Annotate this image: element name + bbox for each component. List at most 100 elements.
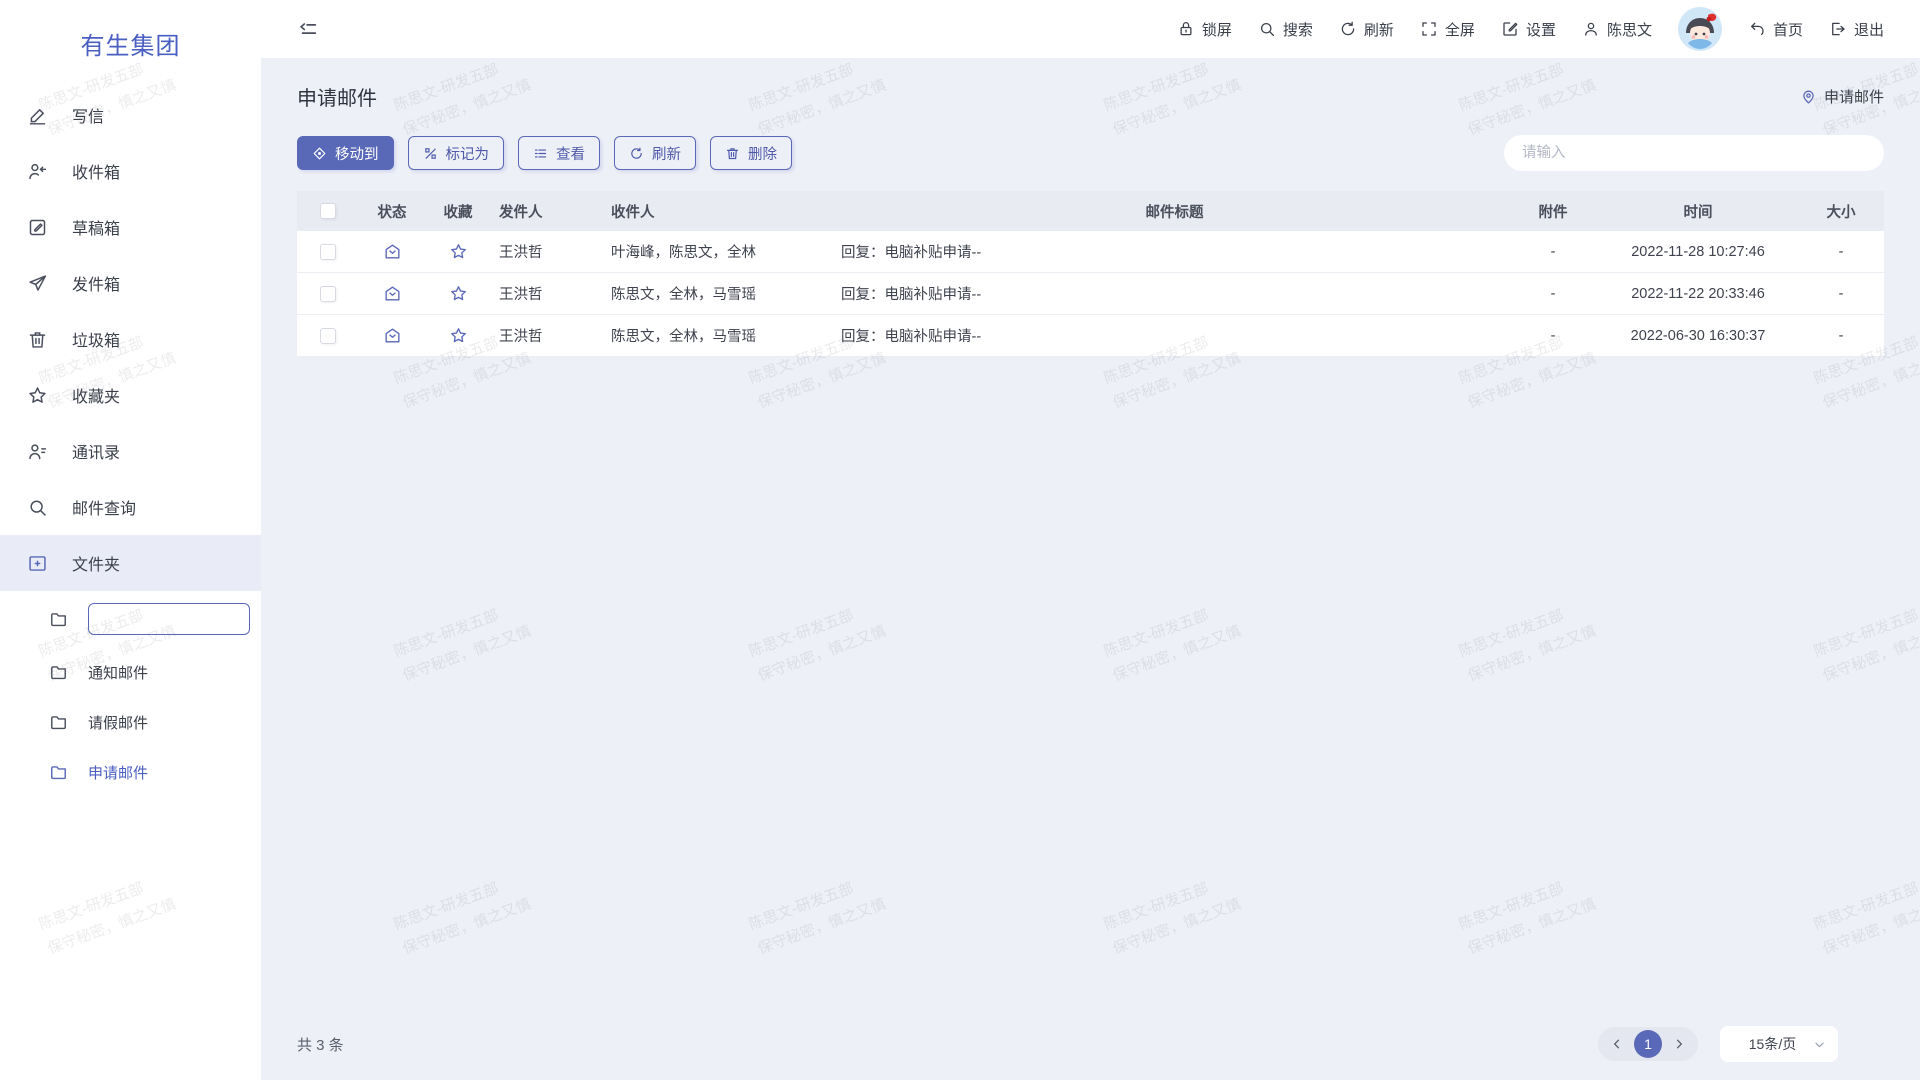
cell-subject[interactable]: 回复：电脑补贴申请--	[841, 325, 1508, 346]
sidebar-item-drafts[interactable]: 草稿箱	[0, 199, 261, 255]
page-number-1[interactable]: 1	[1634, 1030, 1662, 1058]
settings-button[interactable]: 设置	[1501, 19, 1556, 40]
refresh-list-button[interactable]: 刷新	[614, 136, 696, 170]
row-checkbox[interactable]	[320, 328, 336, 344]
mail-read-icon	[383, 326, 402, 345]
mark-as-button[interactable]: 标记为	[408, 136, 505, 170]
cell-size: -	[1798, 286, 1884, 302]
topbar-actions: 锁屏 搜索 刷新 全屏	[1177, 7, 1884, 51]
cell-recipients: 陈思文，全林，马雪瑶	[611, 283, 841, 304]
cell-recipients: 陈思文，全林，马雪瑶	[611, 325, 841, 346]
folder-icon	[48, 712, 68, 732]
sidebar-item-compose[interactable]: 写信	[0, 87, 261, 143]
contacts-icon	[26, 440, 48, 462]
star-icon	[26, 384, 48, 406]
folder-item-apply[interactable]: 申请邮件	[0, 747, 261, 797]
row-checkbox[interactable]	[320, 286, 336, 302]
move-to-button[interactable]: 移动到	[297, 136, 394, 170]
lock-screen-button[interactable]: 锁屏	[1177, 19, 1232, 40]
sidebar-item-mail-search[interactable]: 邮件查询	[0, 479, 261, 535]
cell-time: 2022-11-28 10:27:46	[1598, 244, 1798, 260]
table-row[interactable]: 王洪哲 叶海峰，陈思文，全林 回复：电脑补贴申请-- - 2022-11-28 …	[297, 231, 1884, 273]
home-button[interactable]: 首页	[1748, 19, 1803, 40]
avatar[interactable]	[1678, 7, 1722, 51]
fullscreen-label: 全屏	[1445, 19, 1475, 40]
page-size-value: 15条/页	[1732, 1034, 1813, 1054]
sidebar-item-inbox[interactable]: 收件箱	[0, 143, 261, 199]
sidebar-item-label: 垃圾箱	[72, 327, 120, 351]
chevron-down-icon	[1813, 1038, 1826, 1051]
folder-item-label: 申请邮件	[88, 762, 148, 783]
refresh-button[interactable]: 刷新	[1339, 19, 1394, 40]
row-checkbox[interactable]	[320, 244, 336, 260]
cell-subject[interactable]: 回复：电脑补贴申请--	[841, 283, 1508, 304]
toolbar: 移动到 标记为 查看	[297, 135, 1884, 171]
sidebar-item-label: 收藏夹	[72, 383, 120, 407]
page-size-select[interactable]: 15条/页	[1720, 1026, 1838, 1062]
folder-item-label: 请假邮件	[88, 712, 148, 733]
refresh-label: 刷新	[1364, 19, 1394, 40]
sidebar-item-label: 邮件查询	[72, 495, 136, 519]
pencil-icon	[26, 104, 48, 126]
new-folder-row	[0, 591, 261, 647]
next-page-button[interactable]	[1672, 1037, 1686, 1051]
new-folder-input[interactable]	[88, 603, 250, 635]
folder-icon	[48, 609, 68, 629]
topbar: 锁屏 搜索 刷新 全屏	[261, 0, 1920, 58]
mark-as-icon	[423, 146, 438, 161]
cell-size: -	[1798, 244, 1884, 260]
header-attachment: 附件	[1508, 201, 1598, 222]
fullscreen-icon	[1420, 20, 1438, 38]
sidebar-item-contacts[interactable]: 通讯录	[0, 423, 261, 479]
table-row[interactable]: 王洪哲 陈思文，全林，马雪瑶 回复：电脑补贴申请-- - 2022-06-30 …	[297, 315, 1884, 357]
trash-icon	[26, 328, 48, 350]
cell-sender: 王洪哲	[491, 325, 611, 346]
brand-logo: 有生集团	[0, 12, 261, 87]
sidebar-item-label: 草稿箱	[72, 215, 120, 239]
refresh-icon	[1339, 20, 1357, 38]
sidebar-item-label: 发件箱	[72, 271, 120, 295]
sidebar-item-junk[interactable]: 垃圾箱	[0, 311, 261, 367]
sidebar-item-label: 文件夹	[72, 551, 120, 575]
folder-item-leave[interactable]: 请假邮件	[0, 697, 261, 747]
footer: 共 3 条 1 15条/页	[261, 1016, 1920, 1080]
user-button[interactable]: 陈思文	[1582, 19, 1652, 40]
breadcrumb-label: 申请邮件	[1824, 86, 1884, 107]
trash-icon	[725, 146, 740, 161]
folder-item-label: 通知邮件	[88, 662, 148, 683]
prev-page-button[interactable]	[1610, 1037, 1624, 1051]
lock-screen-label: 锁屏	[1202, 19, 1232, 40]
favorite-star-icon[interactable]	[449, 326, 468, 345]
folder-icon	[48, 762, 68, 782]
cell-attachment: -	[1508, 286, 1598, 302]
username-label: 陈思文	[1607, 19, 1652, 40]
cell-subject[interactable]: 回复：电脑补贴申请--	[841, 241, 1508, 262]
logout-button[interactable]: 退出	[1829, 19, 1884, 40]
app-window: 有生集团 写信 收件箱 草稿箱 发件箱	[0, 0, 1920, 1080]
select-all-checkbox[interactable]	[320, 203, 336, 219]
pagination: 1	[1598, 1027, 1698, 1061]
fullscreen-button[interactable]: 全屏	[1420, 19, 1475, 40]
folder-icon	[48, 662, 68, 682]
favorite-star-icon[interactable]	[449, 284, 468, 303]
mail-read-icon	[383, 284, 402, 303]
sidebar-item-folders[interactable]: 文件夹	[0, 535, 261, 591]
folder-item-notice[interactable]: 通知邮件	[0, 647, 261, 697]
sidebar-item-sent[interactable]: 发件箱	[0, 255, 261, 311]
search-icon	[26, 496, 48, 518]
cell-attachment: -	[1508, 328, 1598, 344]
refresh-list-label: 刷新	[652, 143, 681, 164]
view-button[interactable]: 查看	[518, 136, 600, 170]
header-favorite: 收藏	[425, 201, 491, 222]
cell-sender: 王洪哲	[491, 283, 611, 304]
favorite-star-icon[interactable]	[449, 242, 468, 261]
table-row[interactable]: 王洪哲 陈思文，全林，马雪瑶 回复：电脑补贴申请-- - 2022-11-22 …	[297, 273, 1884, 315]
delete-button[interactable]: 删除	[710, 136, 792, 170]
content: 申请邮件 申请邮件 移动到	[261, 58, 1920, 1016]
mail-search-input[interactable]	[1504, 135, 1884, 171]
folder-plus-icon	[26, 552, 48, 574]
sidebar: 有生集团 写信 收件箱 草稿箱 发件箱	[0, 0, 261, 1080]
search-button[interactable]: 搜索	[1258, 19, 1313, 40]
sidebar-item-favorites[interactable]: 收藏夹	[0, 367, 261, 423]
menu-fold-icon[interactable]	[297, 18, 319, 40]
